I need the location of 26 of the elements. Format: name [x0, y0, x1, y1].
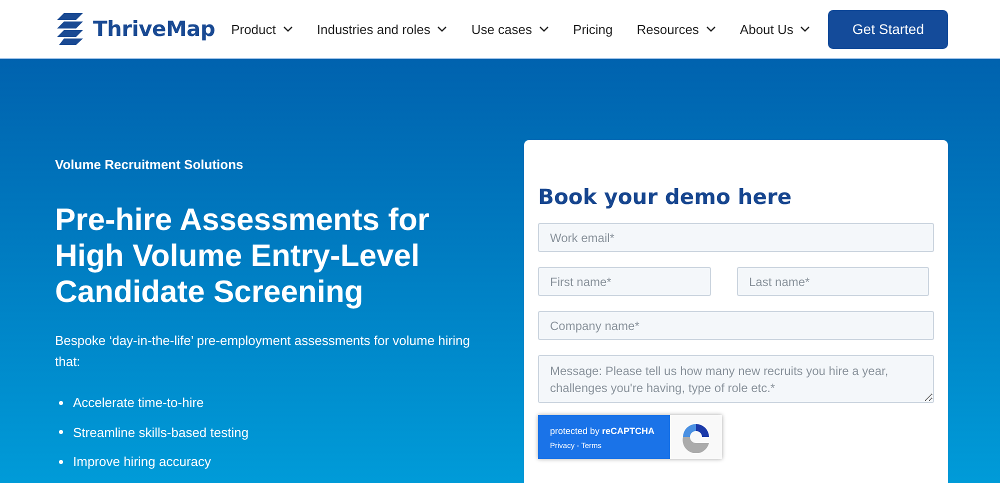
- nav-link[interactable]: Product: [231, 22, 293, 36]
- form-heading: Book your demo here: [538, 185, 793, 209]
- nav-link[interactable]: Pricing: [573, 22, 613, 36]
- bullet-text: Streamline skills-based testing: [73, 424, 249, 440]
- recaptcha-arrows-icon: [680, 421, 712, 453]
- input-field[interactable]: Last name*: [737, 267, 929, 296]
- logo-stripes-icon[interactable]: [55, 13, 85, 45]
- get-started-button[interactable]: Get Started: [828, 10, 948, 48]
- eyebrow-text: Volume Recruitment Solutions: [55, 157, 244, 172]
- hero-heading: Pre-hire Assessments for High Volume Entry-Level Candidate Screening: [55, 202, 430, 310]
- input-field[interactable]: Work email*: [538, 223, 934, 252]
- input-field[interactable]: First name*: [538, 267, 711, 296]
- recaptcha-label: protected by reCAPTCHA: [550, 426, 656, 436]
- intro-paragraph: Bespoke ‘day-in-the-life’ pre-employment assessments for volume hiring that:: [55, 332, 471, 371]
- message-field[interactable]: Message: Please tell us how many new recruits you hire a year, challenges you're having, type of role etc.*: [538, 355, 934, 403]
- bullet-icon: [59, 460, 63, 464]
- nav-link[interactable]: Resources: [636, 22, 716, 36]
- bullet-text: Improve hiring accuracy: [73, 454, 211, 470]
- bullet-icon: [59, 430, 63, 434]
- input-field[interactable]: Company name*: [538, 311, 934, 340]
- nav-link[interactable]: Use cases: [471, 22, 550, 36]
- logo-text[interactable]: ThriveMap: [93, 17, 216, 41]
- nav-link[interactable]: About Us: [740, 22, 810, 36]
- bullet-icon: [59, 400, 63, 405]
- bullet-text: Accelerate time-to-hire: [73, 395, 204, 410]
- nav-link[interactable]: Industries and roles: [316, 22, 448, 36]
